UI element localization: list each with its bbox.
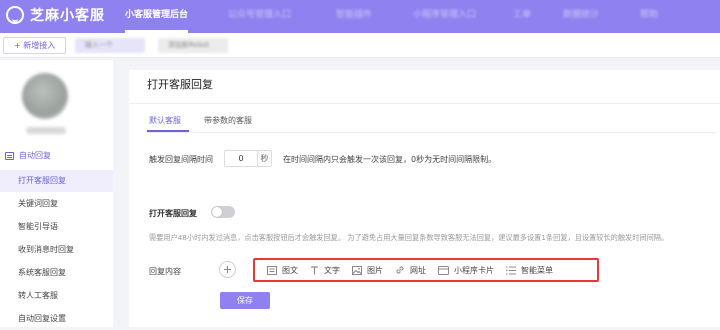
page-title: 打开客服回复 [147,78,213,91]
reply-type-label: 小程序卡片 [454,265,494,275]
reply-note: 需要用户48小时内发过消息，点击客服按钮后才会触发回复。 为了避免占用大量回复条… [149,233,669,242]
reply-type-image-text[interactable]: 图文 [267,265,298,276]
reply-type-miniprogram-card[interactable]: 小程序卡片 [438,265,494,276]
nav-item-help[interactable]: 帮助 [640,0,658,33]
nav-item-tickets[interactable]: 工单 [513,0,531,33]
picture-icon [352,265,362,275]
nav-item-plugins[interactable]: 智能插件 [336,0,372,33]
logo-icon [6,6,24,24]
message-icon [5,151,14,160]
nav-item-stats[interactable]: 数据统计 [563,0,599,33]
interval-input[interactable]: 0 秒 [224,150,272,167]
reply-type-smart-menu[interactable]: 智能菜单 [506,265,553,276]
sidebar-item-open-reply[interactable]: 打开客服回复 [0,170,113,192]
nav-item-official-account[interactable]: 公众号管理入口 [228,0,291,33]
reply-type-label: 图片 [367,265,383,275]
interval-unit: 秒 [257,151,271,166]
sidebar-group-auto-reply[interactable]: 自动回复 [5,150,51,161]
account-chip[interactable]: 接入一个 [75,38,145,53]
reply-type-label: 图文 [282,265,298,275]
reply-content-label: 回复内容 [149,267,181,276]
reply-type-label: 网址 [410,265,426,275]
reply-type-toolbar: 图文 文字 图片 网址 小程序卡片 智能菜单 [253,258,599,282]
sidebar: 自动回复 打开客服回复 关键词回复 智能引导语 收到消息时回复 系统客服回复 转… [0,60,113,327]
menu-icon [506,266,516,274]
sidebar-item-transfer-human[interactable]: 转人工客服 [0,285,113,307]
sidebar-item-message-reply[interactable]: 收到消息时回复 [0,239,113,261]
save-button[interactable]: 保存 [220,292,270,309]
top-nav-bar: 芝麻小客服 小客服管理后台 公众号管理入口 智能插件 小程序管理入口 工单 数据… [0,0,720,33]
text-icon [311,265,318,274]
toggle-label: 打开客服回复 [149,209,197,218]
avatar [22,73,68,119]
sub-toolbar: + 新增接入 接入一个 添加新Robot [0,33,720,58]
sidebar-group-label: 自动回复 [19,151,51,160]
add-reply-button[interactable] [219,261,236,278]
sidebar-item-keyword-reply[interactable]: 关键词回复 [0,193,113,215]
interval-value[interactable]: 0 [225,151,257,166]
tab-param-service[interactable]: 带参数的客服 [204,115,252,126]
reply-type-link[interactable]: 网址 [395,265,426,276]
miniprogram-card-icon [438,265,449,275]
nav-item-miniprogram[interactable]: 小程序管理入口 [413,0,476,33]
open-reply-toggle[interactable] [211,206,235,218]
divider [147,132,717,133]
brand-name: 芝麻小客服 [30,8,105,24]
interval-hint: 在时间间隔内只会触发一次该回复，0秒为无时间间隔限制。 [283,155,497,164]
image-text-icon [267,265,277,275]
divider [129,103,720,104]
robot-chip[interactable]: 添加新Robot [158,38,228,53]
add-access-button[interactable]: + 新增接入 [3,37,67,54]
brand-logo[interactable]: 芝麻小客服 [6,5,105,25]
nav-item-admin[interactable]: 小客服管理后台 [113,0,200,33]
tab-default-service[interactable]: 默认客服 [149,115,181,126]
main-panel: 打开客服回复 默认客服 带参数的客服 触发回复间隔时间 0 秒 在时间间隔内只会… [129,70,720,327]
sidebar-item-system-reply[interactable]: 系统客服回复 [0,262,113,284]
reply-type-label: 文字 [324,265,340,275]
sidebar-item-smart-guide[interactable]: 智能引导语 [0,216,113,238]
reply-type-picture[interactable]: 图片 [352,265,383,276]
reply-type-label: 智能菜单 [521,265,553,275]
account-name [26,127,66,134]
link-icon [396,266,404,274]
reply-type-text[interactable]: 文字 [310,265,340,276]
interval-label: 触发回复间隔时间 [149,155,213,164]
